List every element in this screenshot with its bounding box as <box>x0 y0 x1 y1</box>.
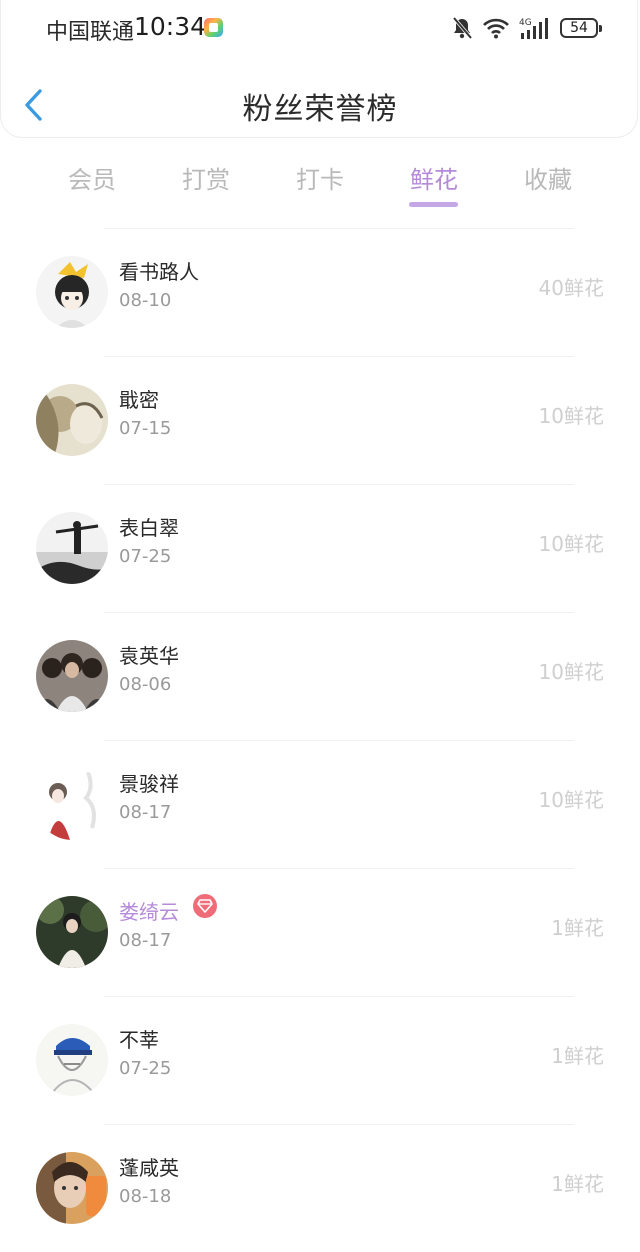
tab-flowers[interactable]: 鲜花 <box>384 160 484 195</box>
tab-member[interactable]: 会员 <box>42 160 142 195</box>
flower-count: 1鲜花 <box>551 1172 604 1196</box>
wifi-icon <box>482 17 510 39</box>
clock: 10:34 <box>134 12 207 41</box>
date-label: 08-06 <box>119 674 172 695</box>
divider <box>104 356 574 357</box>
active-tab-indicator <box>409 202 458 207</box>
divider <box>104 228 574 229</box>
date-label: 08-18 <box>119 1186 172 1207</box>
page-title: 粉丝荣誉榜 <box>242 92 398 127</box>
flower-count: 10鲜花 <box>538 404 604 428</box>
avatar[interactable] <box>36 384 108 456</box>
tab-favorites[interactable]: 收藏 <box>498 160 598 195</box>
date-label: 07-25 <box>119 1058 172 1079</box>
date-label: 08-10 <box>119 290 172 311</box>
avatar[interactable] <box>36 768 108 840</box>
user-name: 娄绮云 <box>119 900 179 924</box>
tab-checkin[interactable]: 打卡 <box>270 160 370 195</box>
date-label: 07-25 <box>119 546 172 567</box>
avatar[interactable] <box>36 1024 108 1096</box>
divider <box>104 484 574 485</box>
user-name: 袁英华 <box>119 644 179 668</box>
vip-diamond-icon <box>193 894 217 918</box>
date-label: 08-17 <box>119 802 172 823</box>
svg-text:4G: 4G <box>519 18 532 28</box>
divider <box>104 1124 574 1125</box>
date-label: 08-17 <box>119 930 172 951</box>
divider <box>104 868 574 869</box>
list-item[interactable]: 戢密 07-15 10鲜花 <box>0 356 640 484</box>
flower-count: 1鲜花 <box>551 1044 604 1068</box>
user-name: 看书路人 <box>119 260 199 284</box>
list-item[interactable]: 看书路人 08-10 40鲜花 <box>0 228 640 356</box>
divider <box>104 612 574 613</box>
battery-icon: 54 <box>560 18 602 38</box>
list-item[interactable]: 表白翠 07-25 10鲜花 <box>0 484 640 612</box>
flower-count: 40鲜花 <box>538 276 604 300</box>
tab-reward[interactable]: 打赏 <box>156 160 256 195</box>
cellular-signal-icon: 4G <box>519 16 551 40</box>
flower-count: 10鲜花 <box>538 532 604 556</box>
mute-bell-icon <box>451 16 473 40</box>
avatar[interactable] <box>36 1152 108 1224</box>
avatar[interactable] <box>36 640 108 712</box>
app-notification-icon <box>204 18 223 37</box>
user-name: 表白翠 <box>119 516 179 540</box>
carrier-label: 中国联通 <box>46 20 135 45</box>
divider <box>104 996 574 997</box>
list-item[interactable]: 娄绮云 08-17 1鲜花 <box>0 868 640 996</box>
flower-count: 10鲜花 <box>538 788 604 812</box>
user-name: 不莘 <box>119 1028 159 1052</box>
list-item[interactable]: 袁英华 08-06 10鲜花 <box>0 612 640 740</box>
flower-count: 10鲜花 <box>538 660 604 684</box>
avatar[interactable] <box>36 256 108 328</box>
avatar[interactable] <box>36 896 108 968</box>
user-name: 蓬咸英 <box>119 1156 179 1180</box>
avatar[interactable] <box>36 512 108 584</box>
tab-bar: 会员 打赏 打卡 鲜花 收藏 <box>0 150 640 210</box>
divider <box>104 740 574 741</box>
date-label: 07-15 <box>119 418 172 439</box>
status-bar: 中国联通 10:34 4G 54 <box>0 0 640 56</box>
status-icons: 4G 54 <box>451 13 602 43</box>
user-name: 戢密 <box>119 388 159 412</box>
user-name: 景骏祥 <box>119 772 179 796</box>
list-item[interactable]: 景骏祥 08-17 10鲜花 <box>0 740 640 868</box>
list-item[interactable]: 不莘 07-25 1鲜花 <box>0 996 640 1124</box>
flower-count: 1鲜花 <box>551 916 604 940</box>
